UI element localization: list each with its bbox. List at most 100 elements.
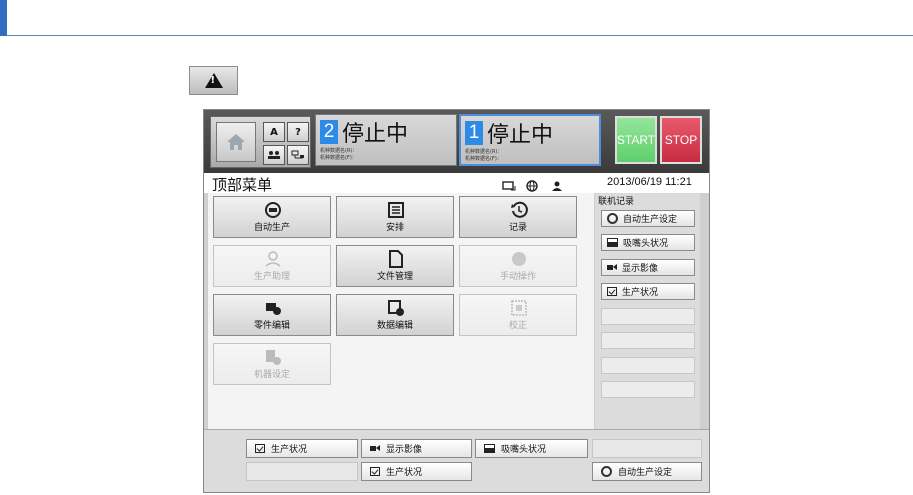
part-edit-button[interactable]: 零件编辑 xyxy=(213,294,331,336)
lane-1-data-name-front: 机种数据名(F)： xyxy=(465,156,502,162)
operator-icon xyxy=(268,151,280,159)
schedule-icon xyxy=(387,201,405,219)
bottom-nozzle-status[interactable]: 吸嘴头状况 xyxy=(475,439,588,458)
camera-icon xyxy=(370,445,380,452)
manual-operation-button[interactable]: 手动操作 xyxy=(459,245,577,287)
lane-1-data-names: 机种数据名(R)： 机种数据名(F)： xyxy=(465,149,502,163)
lane-1-data-name-rear: 机种数据名(R)： xyxy=(465,149,503,155)
calibration-icon xyxy=(510,299,528,317)
home-button-group: A ? xyxy=(210,116,311,168)
machine-panel: A ? 2 停止中 机种数据名(R)： 机种数据名(F)： 1 停止中 机种数据… xyxy=(203,109,710,493)
file-management-button[interactable]: 文件管理 xyxy=(336,245,454,287)
page-title: 顶部菜单 xyxy=(212,176,273,194)
top-bar-accent xyxy=(0,0,7,36)
log-empty-slot[interactable] xyxy=(601,381,695,398)
bottom-production-status-2[interactable]: 生产状况 xyxy=(361,462,472,481)
machine-settings-button[interactable]: 机器设定 xyxy=(213,343,331,385)
help-icon: ? xyxy=(295,126,301,138)
record-button[interactable]: 记录 xyxy=(459,196,577,238)
data-edit-button[interactable]: 数据编辑 xyxy=(336,294,454,336)
online-log-heading: 联机记录 xyxy=(598,197,635,207)
warning-button[interactable] xyxy=(189,66,238,95)
top-bar xyxy=(0,0,913,36)
log-item-label: 生产状况 xyxy=(622,288,659,298)
monitor-icon xyxy=(502,177,516,191)
file-icon xyxy=(387,250,405,268)
user-icon xyxy=(550,177,564,191)
auto-mode-icon: A xyxy=(270,126,278,138)
home-icon xyxy=(227,134,245,150)
bottom-label: 生产状况 xyxy=(271,445,308,455)
log-production-status[interactable]: 生产状况 xyxy=(601,283,695,300)
warning-icon xyxy=(204,73,223,88)
help-button[interactable]: ? xyxy=(287,122,309,142)
auto-production-label: 自动生产 xyxy=(253,223,290,233)
log-item-label: 吸嘴头状况 xyxy=(623,239,669,249)
lane-2-data-name-front: 机种数据名(F)： xyxy=(320,155,357,161)
log-nozzle-status[interactable]: 吸嘴头状况 xyxy=(601,234,695,251)
network-icon xyxy=(291,150,304,159)
bottom-label: 显示影像 xyxy=(386,445,423,455)
checkbox-icon xyxy=(255,444,265,453)
file-management-label: 文件管理 xyxy=(376,272,413,282)
bottom-empty-slot[interactable] xyxy=(246,462,358,481)
part-edit-icon xyxy=(264,299,282,317)
auto-icon xyxy=(264,201,282,219)
stop-button[interactable]: STOP xyxy=(660,116,702,164)
log-item-label: 显示影像 xyxy=(622,264,659,274)
schedule-button[interactable]: 安排 xyxy=(336,196,454,238)
checkbox-icon xyxy=(607,287,617,296)
bottom-production-status[interactable]: 生产状况 xyxy=(246,439,358,458)
bottom-label: 生产状况 xyxy=(386,468,423,478)
bottom-shortcuts: 生产状况 显示影像 吸嘴头状况 生产状况 自动生产设定 xyxy=(204,429,709,492)
record-label: 记录 xyxy=(508,223,527,233)
calibration-label: 校正 xyxy=(508,321,527,331)
production-assist-button[interactable]: 生产助理 xyxy=(213,245,331,287)
start-button[interactable]: START xyxy=(615,116,657,164)
log-empty-slot[interactable] xyxy=(601,357,695,374)
log-empty-slot[interactable] xyxy=(601,308,695,325)
log-auto-production-settings[interactable]: 自动生产设定 xyxy=(601,210,695,227)
operator-button[interactable] xyxy=(263,145,285,165)
data-edit-label: 数据编辑 xyxy=(376,321,413,331)
auto-settings-icon xyxy=(607,213,618,224)
home-button[interactable] xyxy=(216,122,256,162)
bottom-auto-production-settings[interactable]: 自动生产设定 xyxy=(592,462,702,481)
schedule-label: 安排 xyxy=(385,223,404,233)
calibration-button[interactable]: 校正 xyxy=(459,294,577,336)
log-empty-slot[interactable] xyxy=(601,332,695,349)
title-bar: 顶部菜单 2013/06/19 11:21 xyxy=(204,173,709,194)
lane-2-data-name-rear: 机种数据名(R)： xyxy=(320,148,358,154)
bottom-label: 自动生产设定 xyxy=(618,468,673,478)
machine-settings-icon xyxy=(264,348,282,366)
auto-settings-icon xyxy=(601,466,612,477)
checkbox-icon xyxy=(370,467,380,476)
lane-2-data-names: 机种数据名(R)： 机种数据名(F)： xyxy=(320,148,357,162)
bottom-empty-slot[interactable] xyxy=(592,439,702,458)
auto-mode-button[interactable]: A xyxy=(263,122,285,142)
network-button[interactable] xyxy=(287,145,309,165)
nozzle-icon xyxy=(607,238,618,247)
log-item-label: 自动生产设定 xyxy=(623,215,678,225)
assist-icon xyxy=(264,250,282,268)
lane-1-number: 1 xyxy=(465,121,483,145)
lane-2-status: 2 停止中 机种数据名(R)： 机种数据名(F)： xyxy=(315,114,457,166)
bottom-label: 吸嘴头状况 xyxy=(501,445,547,455)
manual-operation-label: 手动操作 xyxy=(499,272,536,282)
auto-production-button[interactable]: 自动生产 xyxy=(213,196,331,238)
production-assist-label: 生产助理 xyxy=(253,272,290,282)
datetime: 2013/06/19 11:21 xyxy=(607,176,692,188)
lane-1-status: 1 停止中 机种数据名(R)： 机种数据名(F)： xyxy=(459,114,601,166)
online-log-panel: 联机记录 自动生产设定 吸嘴头状况 显示影像 生产状况 xyxy=(595,193,700,429)
bottom-display-image[interactable]: 显示影像 xyxy=(361,439,472,458)
manual-icon xyxy=(510,250,528,268)
status-icons xyxy=(502,177,564,192)
part-edit-label: 零件编辑 xyxy=(253,321,290,331)
panel-header: A ? 2 停止中 机种数据名(R)： 机种数据名(F)： 1 停止中 机种数据… xyxy=(204,110,709,173)
log-display-image[interactable]: 显示影像 xyxy=(601,259,695,276)
lane-1-state: 停止中 xyxy=(487,123,554,148)
menu-area: 自动生产 安排 记录 生产助理 文件管理 手动操作 零件编辑 数据编辑 校正 机… xyxy=(208,193,594,429)
nozzle-icon xyxy=(484,444,495,453)
history-icon xyxy=(510,201,528,219)
camera-icon xyxy=(607,264,617,271)
